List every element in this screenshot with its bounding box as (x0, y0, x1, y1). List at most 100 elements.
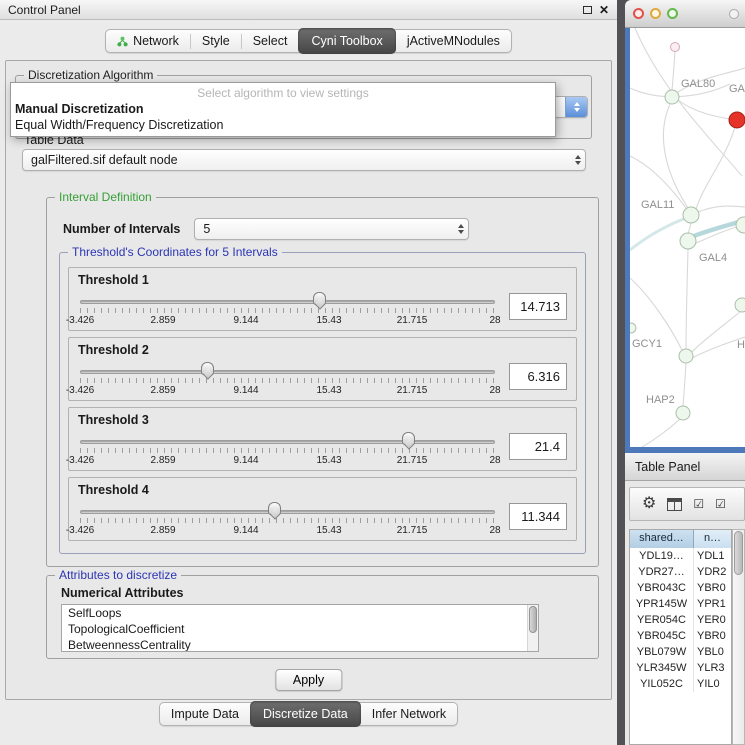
tab-impute-data[interactable]: Impute Data (160, 702, 250, 726)
node-label-gal: GAL (729, 83, 745, 95)
table-row[interactable]: YLR345WYLR3 (630, 660, 731, 676)
table-header: shared… n… (630, 530, 731, 548)
tab-label: Discretize Data (263, 707, 348, 721)
slider[interactable]: -3.4262.8599.14415.4321.71528 (78, 359, 497, 401)
tick-label: 15.43 (316, 455, 341, 466)
control-panel-titlebar: Control Panel ✕ (0, 0, 617, 20)
tick-label: 9.144 (233, 385, 258, 396)
slider-row: -3.4262.8599.14415.4321.71528 14.713 (78, 289, 567, 331)
threshold-value-field[interactable]: 21.4 (509, 433, 567, 460)
tab-network[interactable]: Network (106, 29, 190, 53)
node-label-gcy1: GCY1 (632, 338, 662, 350)
threshold-value-field[interactable]: 14.713 (509, 293, 567, 320)
slider-track[interactable] (80, 510, 495, 514)
cyni-toolbox-panel: Discretization Algorithm Table Data galF… (5, 60, 612, 700)
table-panel-title: Table Panel (635, 460, 700, 474)
slider[interactable]: -3.4262.8599.14415.4321.71528 (78, 499, 497, 541)
network-canvas[interactable]: GAL80GALGAL11GAL4GCY1HHAP2 (630, 28, 745, 447)
threshold-label: Threshold 2 (78, 343, 567, 357)
table-data-combobox[interactable]: galFiltered.sif default node (22, 149, 586, 171)
table-row[interactable]: YBR045CYBR0 (630, 628, 731, 644)
tick-label: -3.426 (66, 315, 94, 326)
slider-thumb-icon[interactable] (201, 362, 214, 375)
tick-label: 21.715 (397, 525, 428, 536)
columns-icon[interactable] (667, 498, 682, 511)
tick-label: 2.859 (150, 455, 175, 466)
tab-jactivemnodules[interactable]: jActiveMNodules (396, 29, 511, 53)
tick-label: 9.144 (233, 455, 258, 466)
tick-label: 28 (489, 525, 500, 536)
scrollbar-thumb[interactable] (734, 531, 743, 575)
tick-label: -3.426 (66, 455, 94, 466)
cell-shared-name: YBR043C (630, 580, 694, 596)
slider-track[interactable] (80, 300, 495, 304)
slider-ticks (80, 518, 495, 523)
table-row[interactable]: YDL19…YDL1 (630, 548, 731, 564)
titlebar-button-icon[interactable] (729, 9, 739, 19)
attributes-group: Attributes to discretize Numerical Attri… (46, 575, 599, 659)
combo-stepper-icon (453, 219, 468, 239)
tab-style[interactable]: Style (191, 29, 241, 53)
table-scrollbar[interactable] (732, 529, 745, 745)
close-traffic-light-icon[interactable] (633, 8, 644, 19)
slider-track[interactable] (80, 440, 495, 444)
dropdown-placeholder: Select algorithm to view settings (11, 83, 555, 101)
cell-name: YDR2 (694, 564, 731, 580)
table-rows: YDL19…YDL1YDR27…YDR2YBR043CYBR0YPR145WYP… (630, 548, 731, 692)
control-panel-window: Control Panel ✕ NetworkStyleSelectCyni T… (0, 0, 617, 745)
table-row[interactable]: YPR145WYPR1 (630, 596, 731, 612)
float-window-icon[interactable] (583, 6, 592, 14)
slider-thumb-icon[interactable] (402, 432, 415, 445)
tab-infer-network[interactable]: Infer Network (361, 702, 457, 726)
numerical-attributes-label: Numerical Attributes (61, 586, 183, 600)
threshold-panel: Threshold 1-3.4262.8599.14415.4321.71528… (68, 267, 577, 331)
slider[interactable]: -3.4262.8599.14415.4321.71528 (78, 429, 497, 471)
tick-label: 28 (489, 315, 500, 326)
scrollbar-thumb[interactable] (529, 606, 537, 633)
gear-icon[interactable]: ⚙ (642, 496, 656, 512)
table-row[interactable]: YBL079WYBL0 (630, 644, 731, 660)
close-window-icon[interactable]: ✕ (599, 5, 609, 15)
list-scrollbar[interactable] (527, 605, 538, 651)
cell-name: YDL1 (694, 548, 731, 564)
cell-name: YPR1 (694, 596, 731, 612)
apply-button[interactable]: Apply (275, 669, 342, 691)
slider[interactable]: -3.4262.8599.14415.4321.71528 (78, 289, 497, 331)
column-header-shared-name[interactable]: shared… (630, 530, 694, 548)
network-tab-icon (117, 36, 128, 47)
table-row[interactable]: YIL052CYIL0 (630, 676, 731, 692)
slider-thumb-icon[interactable] (268, 502, 281, 515)
slider-thumb-icon[interactable] (313, 292, 326, 305)
zoom-traffic-light-icon[interactable] (667, 8, 678, 19)
minimize-traffic-light-icon[interactable] (650, 8, 661, 19)
node-label-gal80: GAL80 (681, 78, 715, 90)
cell-shared-name: YIL052C (630, 676, 694, 692)
dropdown-option-equal-width-frequency-discretization[interactable]: Equal Width/Frequency Discretization (11, 117, 555, 133)
select-all-checkbox-icon[interactable]: ☑ (693, 497, 704, 511)
tab-discretize-data[interactable]: Discretize Data (250, 701, 361, 727)
column-header-name[interactable]: n… (694, 530, 731, 548)
tab-select[interactable]: Select (242, 29, 299, 53)
dropdown-option-manual-discretization[interactable]: Manual Discretization (11, 101, 555, 117)
slider-ticks (80, 378, 495, 383)
table-row[interactable]: YBR043CYBR0 (630, 580, 731, 596)
select-none-checkbox-icon[interactable]: ☑ (715, 497, 726, 511)
cell-shared-name: YPR145W (630, 596, 694, 612)
table-row[interactable]: YER054CYER0 (630, 612, 731, 628)
threshold-value-field[interactable]: 11.344 (509, 503, 567, 530)
tick-label: 28 (489, 385, 500, 396)
tab-cyni-toolbox[interactable]: Cyni Toolbox (298, 28, 395, 54)
list-item-betweennesscentrality[interactable]: BetweennessCentrality (62, 637, 538, 652)
cell-shared-name: YBR045C (630, 628, 694, 644)
numerical-attributes-list[interactable]: SelfLoopsTopologicalCoefficientBetweenne… (61, 604, 539, 652)
slider-track[interactable] (80, 370, 495, 374)
tick-label: 9.144 (233, 315, 258, 326)
list-item-selfloops[interactable]: SelfLoops (62, 605, 538, 621)
num-intervals-combobox[interactable]: 5 (194, 218, 469, 240)
list-item-topologicalcoefficient[interactable]: TopologicalCoefficient (62, 621, 538, 637)
threshold-value-field[interactable]: 6.316 (509, 363, 567, 390)
slider-tick-labels: -3.4262.8599.14415.4321.71528 (80, 315, 495, 327)
table-row[interactable]: YDR27…YDR2 (630, 564, 731, 580)
node-label-gal4: GAL4 (699, 252, 727, 264)
dropdown-options: Manual DiscretizationEqual Width/Frequen… (11, 101, 555, 133)
